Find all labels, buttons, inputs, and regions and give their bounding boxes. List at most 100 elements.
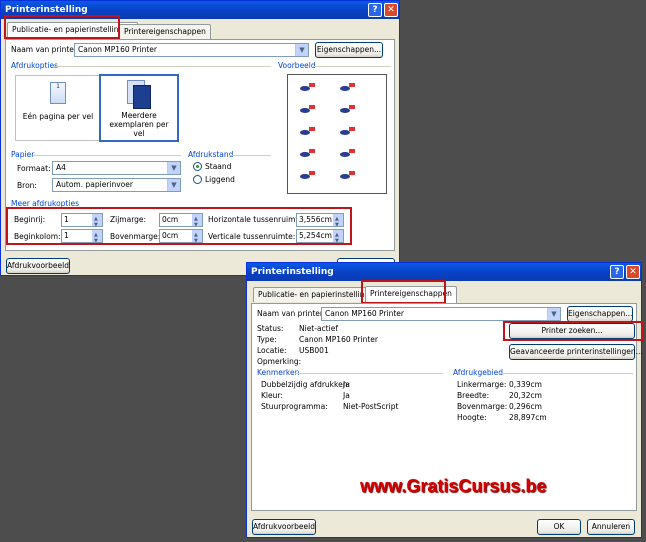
close-icon[interactable]: ✕ (626, 265, 640, 279)
top-margin-value: 0cm (162, 231, 179, 240)
driver-label: Stuurprogramma: (261, 402, 328, 411)
comment-label: Opmerking: (257, 357, 302, 366)
height-value: 28,897cm (509, 413, 547, 422)
color-value: Ja (343, 391, 350, 400)
help-icon[interactable]: ? (610, 265, 624, 279)
v-gap-value: 5,254cm (299, 231, 332, 240)
print-preview-button[interactable]: Afdrukvoorbeeld (6, 258, 70, 274)
duplex-value: Ja (343, 380, 350, 389)
chevron-down-icon: ▼ (167, 179, 180, 191)
type-value: Canon MP160 Printer (299, 335, 378, 344)
format-value: A4 (56, 163, 66, 172)
window-title: Printerinstelling (251, 267, 334, 277)
ok-button[interactable]: OK (537, 519, 581, 535)
chevron-down-icon: ▼ (547, 308, 560, 320)
status-value: Niet-actief (299, 324, 338, 333)
preview-label (300, 105, 316, 115)
spinner-arrows-icon[interactable] (192, 213, 202, 231)
v-gap-input[interactable]: 5,254cm (296, 229, 344, 247)
start-row-value: 1 (64, 215, 69, 224)
properties-button[interactable]: Eigenschappen... (315, 42, 383, 58)
side-margin-input[interactable]: 0cm (159, 213, 203, 231)
watermark-text: www.GratisCursus.be (360, 476, 547, 496)
print-options-heading: Afdrukopties (11, 61, 59, 70)
printer-select[interactable]: Canon MP160 Printer ▼ (74, 43, 309, 57)
advanced-settings-button[interactable]: Geavanceerde printerinstellingen... (509, 344, 643, 360)
preview-label (300, 171, 316, 181)
preview-label (300, 149, 316, 159)
top-margin-label: Bovenmarge: (110, 232, 161, 241)
start-col-value: 1 (64, 231, 69, 240)
divider (229, 155, 271, 156)
preview-label (340, 149, 356, 159)
orientation-heading: Afdrukstand (188, 150, 234, 159)
option-one-page[interactable]: 1 Eén pagina per vel (15, 75, 101, 141)
find-printer-button[interactable]: Printer zoeken... (509, 323, 635, 339)
source-label: Bron: (17, 181, 37, 190)
preview-heading: Voorbeeld (278, 61, 316, 70)
source-value: Autom. papierinvoer (56, 180, 133, 189)
side-margin-label: Zijmarge: (110, 215, 147, 224)
spinner-arrows-icon[interactable] (192, 229, 202, 247)
multiple-pages-icon (127, 80, 153, 110)
printer-select-value: Canon MP160 Printer (78, 45, 157, 54)
print-area-heading: Afdrukgebied (453, 368, 504, 377)
spinner-arrows-icon[interactable] (92, 213, 102, 231)
printer-select[interactable]: Canon MP160 Printer ▼ (321, 307, 561, 321)
tab-printer-properties[interactable]: Printereigenschappen (119, 24, 211, 39)
option-multiple-per-sheet[interactable]: Meerdere exemplaren per vel (99, 74, 179, 142)
start-col-label: Beginkolom: (14, 232, 61, 241)
printer-name-label: Naam van printer: (257, 309, 326, 318)
chevron-down-icon: ▼ (295, 44, 308, 56)
preview-label (340, 105, 356, 115)
landscape-radio[interactable] (193, 175, 202, 184)
location-value: USB001 (299, 346, 329, 355)
divider (313, 66, 391, 67)
preview-label (340, 83, 356, 93)
format-label: Formaat: (17, 164, 51, 173)
preview-label (300, 127, 316, 137)
highlight-box (361, 280, 446, 304)
location-label: Locatie: (257, 346, 287, 355)
option-multiple-label: Meerdere exemplaren per vel (109, 111, 169, 138)
spinner-arrows-icon[interactable] (333, 213, 343, 231)
paper-heading: Papier (11, 150, 35, 159)
duplex-label: Dubbelzijdig afdrukken: (261, 380, 350, 389)
width-value: 20,32cm (509, 391, 542, 400)
top-margin-input[interactable]: 0cm (159, 229, 203, 247)
divider (499, 373, 633, 374)
v-gap-label: Verticale tussenruimte: (208, 232, 296, 241)
source-select[interactable]: Autom. papierinvoer ▼ (52, 178, 181, 192)
print-preview-button[interactable]: Afdrukvoorbeeld (252, 519, 316, 535)
landscape-label[interactable]: Liggend (205, 175, 235, 184)
portrait-radio[interactable] (193, 162, 202, 171)
printer-select-value: Canon MP160 Printer (325, 309, 404, 318)
width-label: Breedte: (457, 391, 490, 400)
format-select[interactable]: A4 ▼ (52, 161, 181, 175)
start-row-label: Beginrij: (14, 215, 46, 224)
features-heading: Kenmerken (257, 368, 300, 377)
side-margin-value: 0cm (162, 215, 179, 224)
spinner-arrows-icon[interactable] (333, 229, 343, 247)
close-icon[interactable]: ✕ (384, 3, 398, 17)
properties-button[interactable]: Eigenschappen... (567, 306, 633, 322)
divider (33, 155, 181, 156)
cancel-button[interactable]: Annuleren (587, 519, 635, 535)
h-gap-label: Horizontale tussenruimte: (208, 215, 306, 224)
h-gap-value: 3,556cm (299, 215, 332, 224)
start-col-input[interactable]: 1 (61, 229, 103, 247)
spinner-arrows-icon[interactable] (92, 229, 102, 247)
preview-label (340, 171, 356, 181)
left-margin-value: 0,339cm (509, 380, 542, 389)
chevron-down-icon: ▼ (167, 162, 180, 174)
type-label: Type: (257, 335, 277, 344)
top-margin-value: 0,296cm (509, 402, 542, 411)
title-bar: Printerinstelling (247, 263, 641, 281)
h-gap-input[interactable]: 3,556cm (296, 213, 344, 231)
height-label: Hoogte: (457, 413, 487, 422)
portrait-label[interactable]: Staand (205, 162, 231, 171)
help-icon[interactable]: ? (368, 3, 382, 17)
start-row-input[interactable]: 1 (61, 213, 103, 231)
divider (53, 66, 271, 67)
status-label: Status: (257, 324, 284, 333)
